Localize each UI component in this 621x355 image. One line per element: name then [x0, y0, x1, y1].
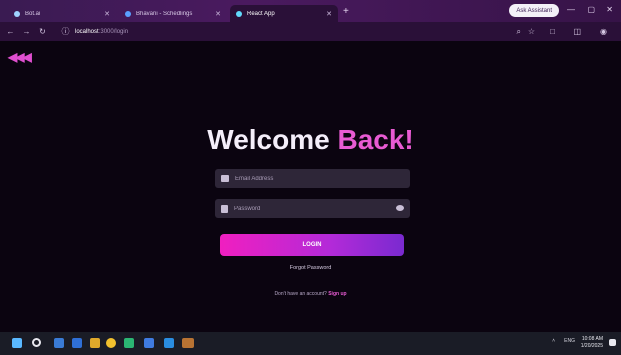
url-path: :3000/login — [98, 28, 129, 35]
url-host: localhost — [75, 28, 99, 35]
search-icon[interactable] — [32, 338, 41, 347]
forgot-password-link[interactable]: Forgot Password — [0, 265, 621, 271]
password-input[interactable] — [234, 205, 384, 212]
screen: Bot.ai ✕ Bhavani - Schedlings ✕ React Ap… — [0, 0, 621, 355]
site-info-icon[interactable]: ⓘ — [60, 26, 71, 37]
zoom-icon[interactable]: ⌕ — [517, 27, 521, 37]
clock-date: 1/20/2025 — [580, 343, 603, 349]
tab-title: Bot.ai — [25, 10, 41, 17]
tab-title: React App — [247, 10, 275, 17]
window-close-icon[interactable]: ✕ — [606, 5, 613, 14]
app-icon[interactable] — [124, 338, 134, 348]
maximize-icon[interactable]: ▢ — [587, 5, 595, 14]
bookmark-star-icon[interactable]: ☆ — [528, 27, 535, 36]
reload-icon[interactable]: ↻ — [37, 27, 48, 36]
vscode-icon[interactable] — [72, 338, 82, 348]
clock-time: 10:08 AM — [581, 336, 603, 342]
store-icon[interactable] — [164, 338, 174, 348]
browser-toolbar: ← → ↻ ⓘ localhost :3000/login ⌕ ☆ □ ◫ ◉ — [0, 22, 621, 41]
signup-prompt: Don't have an account? Sign up — [0, 291, 621, 297]
forward-icon[interactable]: → — [21, 27, 32, 36]
title-main: Welcome — [207, 124, 338, 155]
edge-icon[interactable] — [54, 338, 64, 348]
eye-icon[interactable] — [396, 205, 404, 211]
clock[interactable]: 10:08 AM 1/20/2025 — [581, 336, 603, 350]
browser-tab-strip: Bot.ai ✕ Bhavani - Schedlings ✕ React Ap… — [0, 0, 621, 22]
close-icon[interactable]: ✕ — [104, 10, 110, 18]
tab-favicon-icon — [14, 10, 20, 17]
profile-icon[interactable]: ◉ — [600, 27, 607, 36]
tray-chevron-icon[interactable]: ˄ — [552, 338, 555, 344]
tab-favicon-icon — [125, 10, 131, 17]
new-tab-button[interactable]: + — [343, 6, 349, 17]
minimize-icon[interactable]: — — [567, 5, 575, 14]
signup-text: Don't have an account? — [274, 291, 329, 297]
start-icon[interactable] — [12, 338, 22, 348]
language-indicator[interactable]: ENG — [564, 338, 575, 344]
email-input[interactable] — [235, 175, 385, 182]
lock-icon — [221, 204, 228, 213]
browser-tab-active[interactable]: React App ✕ — [230, 5, 338, 22]
signup-link[interactable]: Sign up — [328, 291, 346, 297]
back-icon[interactable]: ← — [5, 27, 16, 36]
chrome-icon[interactable] — [106, 338, 116, 348]
browser-tab[interactable]: Bhavani - Schedlings ✕ — [119, 5, 227, 22]
password-field[interactable] — [215, 199, 410, 218]
browser-tab[interactable]: Bot.ai ✕ — [8, 5, 116, 22]
mail-app-icon[interactable] — [144, 338, 154, 348]
back-arrows-icon[interactable]: ◀◀◀ — [8, 50, 32, 64]
close-icon[interactable]: ✕ — [215, 10, 221, 18]
assistant-button[interactable]: Ask Assistant — [509, 4, 559, 17]
sidebar-icon[interactable]: ◫ — [573, 27, 581, 36]
notification-icon[interactable] — [609, 339, 616, 346]
extensions-icon[interactable]: □ — [550, 27, 555, 36]
file-explorer-icon[interactable] — [90, 338, 100, 348]
tab-favicon-icon — [236, 10, 242, 17]
close-icon[interactable]: ✕ — [326, 10, 332, 18]
login-button[interactable]: LOGIN — [220, 234, 404, 256]
tab-title: Bhavani - Schedlings — [136, 10, 193, 17]
email-field[interactable] — [215, 169, 410, 188]
title-accent: Back! — [337, 124, 414, 155]
page-title: Welcome Back! — [0, 124, 621, 156]
mail-icon — [221, 175, 229, 182]
photos-icon[interactable] — [182, 338, 194, 348]
address-bar[interactable]: ⓘ localhost :3000/login — [60, 25, 490, 38]
taskbar: ˄ ENG 10:08 AM 1/20/2025 — [0, 332, 621, 355]
